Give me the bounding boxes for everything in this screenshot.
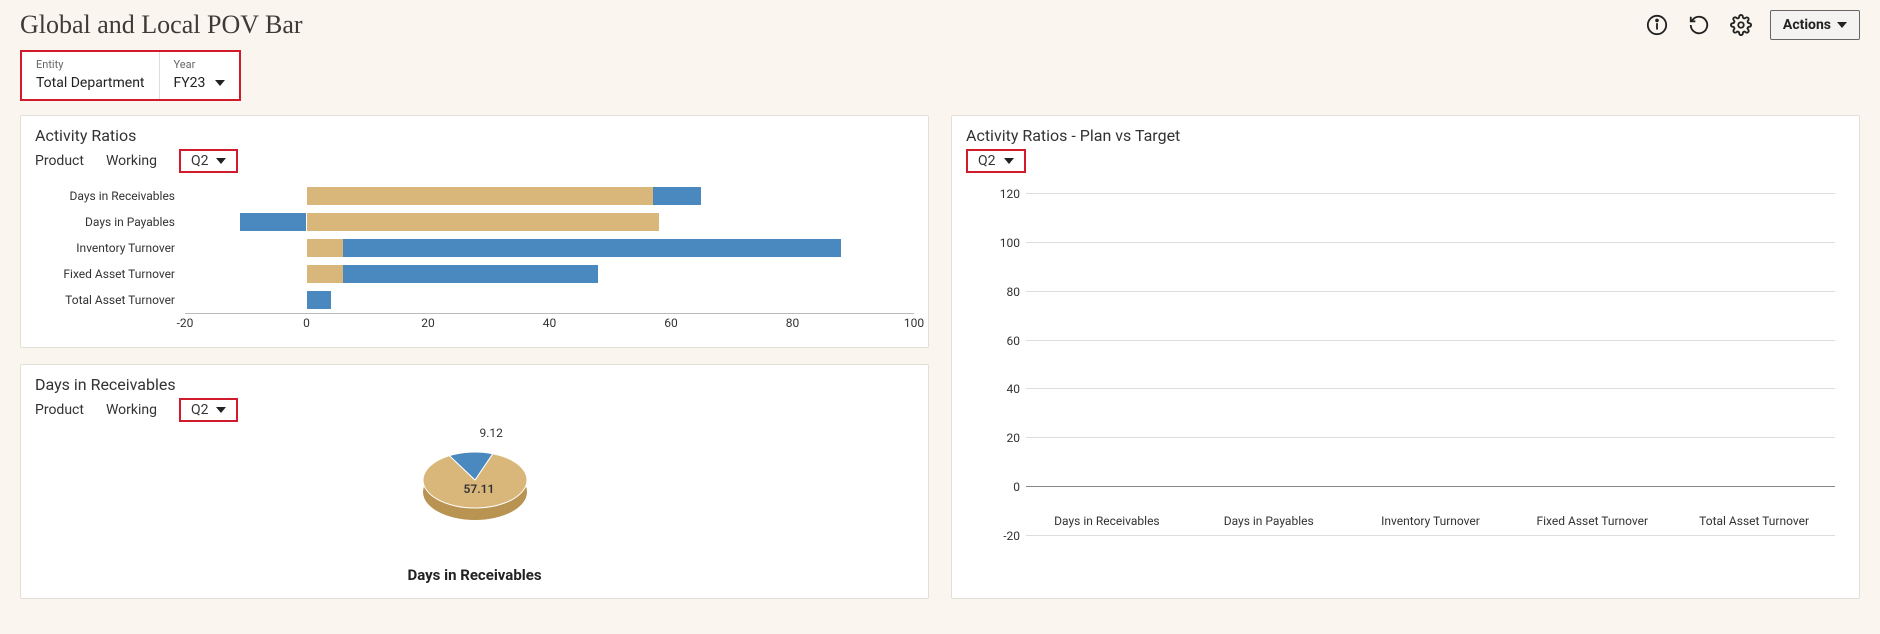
pov-entity-label: Entity bbox=[36, 58, 145, 71]
pov-bar: Entity Total Department Year FY23 bbox=[20, 50, 241, 101]
axis-tick: 20 bbox=[421, 316, 435, 330]
chart-bar-track bbox=[185, 265, 914, 283]
axis-tick: 20 bbox=[986, 431, 1020, 445]
chart-row: Total Asset Turnover bbox=[35, 287, 914, 313]
axis-tick: -20 bbox=[177, 316, 194, 330]
header-actions: Actions bbox=[1644, 10, 1860, 40]
card-title: Days in Receivables bbox=[35, 375, 914, 394]
axis-tick: 100 bbox=[904, 316, 924, 330]
axis-tick: 80 bbox=[986, 285, 1020, 299]
axis-tick: 60 bbox=[986, 334, 1020, 348]
chart-category-label: Days in Receivables bbox=[35, 189, 185, 203]
actions-label: Actions bbox=[1783, 17, 1831, 33]
chart-category-label: Fixed Asset Turnover bbox=[1506, 514, 1678, 528]
axis-tick: -20 bbox=[986, 529, 1020, 543]
plan-vs-target-card: Activity Ratios - Plan vs Target Q2 -20 0… bbox=[951, 115, 1860, 599]
info-icon[interactable] bbox=[1644, 12, 1670, 38]
pie-slice-big-label: 57.11 bbox=[464, 482, 495, 496]
quarter-value: Q2 bbox=[978, 153, 996, 169]
pov-entity-value: Total Department bbox=[36, 75, 145, 91]
local-pov-working[interactable]: Working bbox=[106, 153, 157, 169]
pov-year-value: FY23 bbox=[174, 75, 206, 91]
quarter-select[interactable]: Q2 bbox=[966, 149, 1026, 173]
chart-category-label: Inventory Turnover bbox=[35, 241, 185, 255]
axis-tick: 60 bbox=[664, 316, 678, 330]
chevron-down-icon bbox=[1004, 158, 1014, 164]
actions-button[interactable]: Actions bbox=[1770, 10, 1860, 40]
axis-tick: 0 bbox=[986, 480, 1020, 494]
pov-year-label: Year bbox=[174, 58, 226, 71]
axis-tick: 120 bbox=[986, 187, 1020, 201]
axis-tick: 100 bbox=[986, 236, 1020, 250]
axis-tick: 40 bbox=[543, 316, 557, 330]
activity-ratios-chart: Days in Receivables Days in Payables Inven… bbox=[35, 183, 914, 333]
quarter-select[interactable]: Q2 bbox=[179, 398, 239, 422]
chart-bar-track bbox=[185, 291, 914, 309]
chart-category-label: Inventory Turnover bbox=[1344, 514, 1516, 528]
refresh-icon[interactable] bbox=[1686, 12, 1712, 38]
chart-bar-track bbox=[185, 213, 914, 231]
days-receivables-card: Days in Receivables Product Working Q2 9… bbox=[20, 364, 929, 599]
pov-entity[interactable]: Entity Total Department bbox=[22, 52, 160, 99]
chart-category-label: Days in Receivables bbox=[1021, 514, 1193, 528]
gear-icon[interactable] bbox=[1728, 12, 1754, 38]
activity-ratios-card: Activity Ratios Product Working Q2 Days … bbox=[20, 115, 929, 348]
pie-caption: Days in Receivables bbox=[407, 566, 541, 584]
card-title: Activity Ratios bbox=[35, 126, 914, 145]
quarter-value: Q2 bbox=[191, 153, 209, 169]
quarter-select[interactable]: Q2 bbox=[179, 149, 239, 173]
chart-category-label: Days in Payables bbox=[35, 215, 185, 229]
chart-category-label: Days in Payables bbox=[1183, 514, 1355, 528]
quarter-value: Q2 bbox=[191, 402, 209, 418]
chart-row: Days in Payables bbox=[35, 209, 914, 235]
axis-tick: 80 bbox=[786, 316, 800, 330]
chevron-down-icon bbox=[1837, 22, 1847, 28]
local-pov-product[interactable]: Product bbox=[35, 153, 84, 169]
chart-category-label: Total Asset Turnover bbox=[1668, 514, 1840, 528]
chart-row: Inventory Turnover bbox=[35, 235, 914, 261]
card-title: Activity Ratios - Plan vs Target bbox=[966, 126, 1845, 145]
chevron-down-icon bbox=[216, 407, 226, 413]
chart-row: Fixed Asset Turnover bbox=[35, 261, 914, 287]
chart-bar-track bbox=[185, 187, 914, 205]
chevron-down-icon bbox=[215, 80, 225, 86]
axis-tick: 40 bbox=[986, 382, 1020, 396]
pov-year[interactable]: Year FY23 bbox=[160, 52, 240, 99]
pie-slice-small-label: 9.12 bbox=[480, 426, 503, 440]
local-pov-product[interactable]: Product bbox=[35, 402, 84, 418]
plan-vs-target-chart: -20 0 20 40 60 80 100 120 Days in ReceivablesDay… bbox=[966, 183, 1845, 583]
local-pov-working[interactable]: Working bbox=[106, 402, 157, 418]
page-title: Global and Local POV Bar bbox=[20, 10, 303, 40]
chart-bar-track bbox=[185, 239, 914, 257]
chart-row: Days in Receivables bbox=[35, 183, 914, 209]
chevron-down-icon bbox=[216, 158, 226, 164]
axis-tick: 0 bbox=[303, 316, 310, 330]
chart-category-label: Total Asset Turnover bbox=[35, 293, 185, 307]
chart-category-label: Fixed Asset Turnover bbox=[35, 267, 185, 281]
